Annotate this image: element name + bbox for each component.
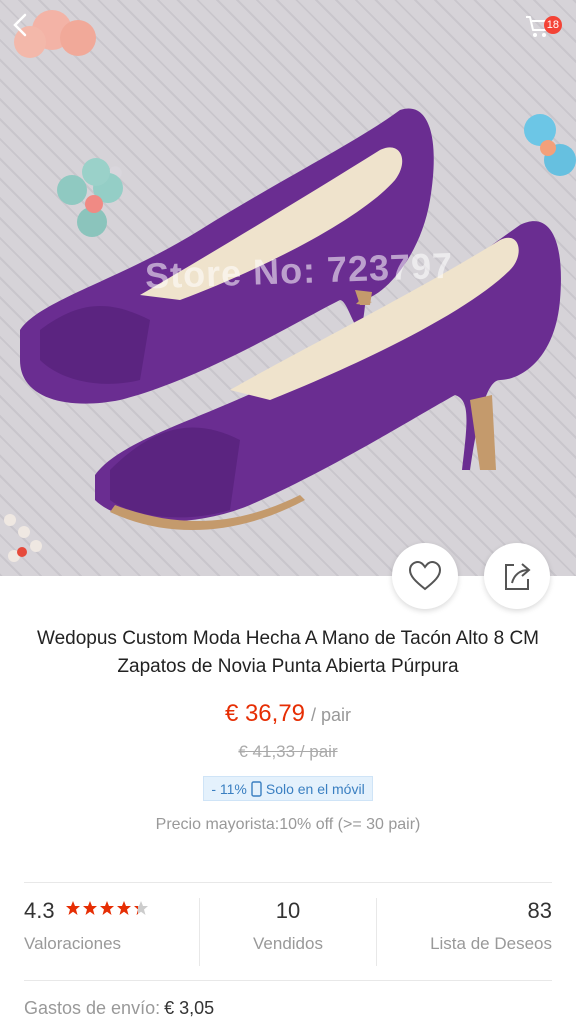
wishlist-label: Lista de Deseos	[430, 934, 552, 953]
star-icon	[134, 901, 149, 915]
divider	[24, 980, 552, 981]
discount-percent: - 11%	[211, 780, 247, 797]
shipping-value: € 3,05	[164, 998, 215, 1018]
sold-label: Vendidos	[253, 934, 323, 953]
mobile-only-label: Solo en el móvil	[265, 780, 365, 797]
back-button[interactable]	[8, 12, 52, 56]
star-icon	[100, 901, 115, 915]
cart-button[interactable]: 18	[524, 12, 568, 56]
rating-label: Valoraciones	[24, 934, 122, 953]
cart-count-badge: 18	[543, 16, 562, 34]
share-button[interactable]	[484, 543, 550, 609]
wishlist-button[interactable]	[392, 543, 458, 609]
star-icon	[83, 901, 98, 915]
wishlist-stat: 83 Lista de Deseos	[377, 898, 552, 966]
current-price: € 36,79	[224, 700, 306, 727]
stars-svg	[66, 901, 149, 915]
product-title: Wedopus Custom Moda Hecha A Mano de Tacó…	[36, 628, 540, 677]
price-unit: / pair	[311, 705, 352, 725]
star-icon	[66, 901, 81, 915]
sold-value: 10	[275, 898, 301, 923]
wishlist-value: 83	[527, 898, 552, 923]
sold-stat: 10 Vendidos	[199, 898, 377, 966]
rating-value: 4.3	[24, 898, 55, 923]
heart-icon	[408, 560, 442, 591]
shipping-row[interactable]: Gastos de envío: € 3,05	[24, 998, 214, 1019]
product-stats: 4.3 Valoraciones 10 Vendidos 83 Lista de…	[24, 898, 552, 966]
share-icon	[505, 563, 531, 590]
star-icon	[117, 901, 132, 915]
phone-icon	[251, 780, 262, 797]
original-price: € 41,33 / pair	[238, 742, 338, 761]
mobile-discount-badge: - 11% Solo en el móvil	[203, 776, 373, 801]
price-row: € 36,79/ pair	[0, 700, 576, 728]
rating-stat[interactable]: 4.3 Valoraciones	[24, 898, 199, 966]
wholesale-price: Precio mayorista:10% off (>= 30 pair)	[155, 816, 421, 833]
back-arrow-icon	[13, 13, 27, 37]
shipping-label: Gastos de envío:	[24, 998, 161, 1018]
product-image[interactable]: Store No: 723797 18	[0, 0, 576, 576]
divider	[24, 882, 552, 883]
rating-stars	[65, 900, 151, 921]
